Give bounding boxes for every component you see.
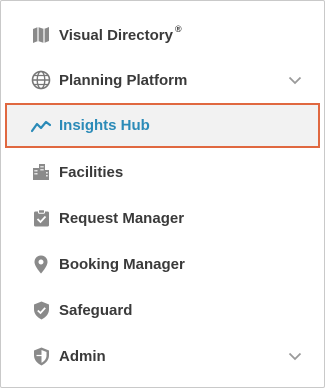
nav-item-booking-manager[interactable]: Booking Manager — [1, 242, 324, 286]
nav-item-visual-directory[interactable]: Visual Directory ® — [1, 13, 324, 57]
trend-line-icon — [31, 116, 51, 136]
chevron-down-icon[interactable] — [288, 349, 302, 363]
clipboard-check-icon — [31, 208, 51, 228]
nav-item-request-manager[interactable]: Request Manager — [1, 196, 324, 240]
nav-item-label: Visual Directory ® — [59, 24, 182, 44]
chevron-down-icon[interactable] — [288, 73, 302, 87]
shield-half-icon — [31, 346, 51, 366]
nav-item-label: Facilities — [59, 163, 124, 181]
nav-item-facilities[interactable]: Facilities — [1, 150, 324, 194]
location-pin-icon — [31, 254, 51, 274]
registered-mark: ® — [174, 24, 182, 34]
map-icon — [31, 25, 51, 45]
nav-item-label: Planning Platform — [59, 71, 188, 89]
globe-icon — [31, 70, 51, 90]
nav-item-insights-hub[interactable]: Insights Hub — [5, 103, 320, 148]
nav-item-label: Booking Manager — [59, 255, 185, 273]
nav-item-label: Safeguard — [59, 301, 133, 319]
nav-item-admin[interactable]: Admin — [1, 334, 324, 378]
nav-item-planning-platform[interactable]: Planning Platform — [1, 58, 324, 102]
buildings-icon — [31, 162, 51, 182]
nav-item-label: Insights Hub — [59, 117, 150, 134]
nav-item-safeguard[interactable]: Safeguard — [1, 288, 324, 332]
shield-check-icon — [31, 300, 51, 320]
nav-item-label: Admin — [59, 347, 106, 365]
nav-item-label: Request Manager — [59, 209, 185, 227]
navigation-menu: Visual Directory ® Planning Platform Insi… — [0, 0, 325, 388]
